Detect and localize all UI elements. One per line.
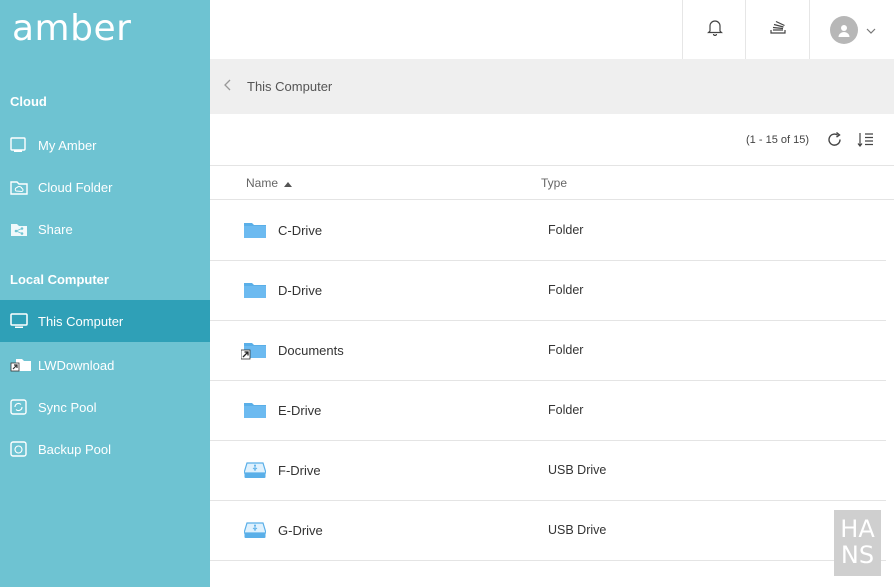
row-type: Folder xyxy=(548,403,584,417)
row-type: USB Drive xyxy=(548,523,607,537)
sidebar-item-label: LWDownload xyxy=(38,357,115,373)
sidebar-item-share[interactable]: Share xyxy=(0,208,210,250)
breadcrumb-current[interactable]: This Computer xyxy=(247,79,332,94)
sidebar-item-label: Sync Pool xyxy=(38,399,97,415)
cloud-folder-icon xyxy=(10,180,38,195)
sidebar: amber Cloud My Amber Cloud Folder Share … xyxy=(0,0,210,587)
table-row[interactable]: D-Drive Folder xyxy=(210,260,886,321)
item-count: (1 - 15 of 15) xyxy=(746,134,809,146)
tasks-button[interactable] xyxy=(745,0,809,59)
usb-drive-icon xyxy=(243,521,267,544)
section-title-local: Local Computer xyxy=(10,272,109,287)
refresh-icon[interactable] xyxy=(826,131,843,153)
back-button[interactable] xyxy=(215,74,241,100)
sidebar-item-cloud-folder[interactable]: Cloud Folder xyxy=(0,166,210,208)
folder-icon xyxy=(244,401,266,424)
folder-icon xyxy=(244,221,266,244)
user-menu-button[interactable] xyxy=(809,0,894,59)
avatar xyxy=(829,15,858,44)
chevron-down-icon xyxy=(866,21,876,39)
sidebar-item-this-computer[interactable]: This Computer xyxy=(0,300,210,342)
my-amber-icon xyxy=(10,137,38,153)
monitor-icon xyxy=(10,313,38,329)
watermark-logo: HA NS xyxy=(834,510,881,576)
breadcrumb: This Computer xyxy=(210,59,894,114)
backup-pool-icon xyxy=(10,441,38,457)
table-row[interactable]: C-Drive Folder xyxy=(210,200,886,261)
list-toolbar: (1 - 15 of 15) xyxy=(210,114,894,166)
sidebar-item-label: This Computer xyxy=(38,313,124,329)
sidebar-item-backup-pool[interactable]: Backup Pool xyxy=(0,428,210,470)
top-bar xyxy=(210,0,894,59)
sidebar-item-label: Cloud Folder xyxy=(38,179,113,195)
row-type: USB Drive xyxy=(548,463,607,477)
sidebar-item-label: Backup Pool xyxy=(38,441,111,457)
sidebar-item-label: Share xyxy=(38,221,73,237)
folder-icon xyxy=(244,281,266,304)
sidebar-item-sync-pool[interactable]: Sync Pool xyxy=(0,386,210,428)
section-title-cloud: Cloud xyxy=(10,94,47,109)
column-header-label: Name xyxy=(246,176,279,190)
sort-options-icon[interactable] xyxy=(857,131,874,153)
row-name: G-Drive xyxy=(278,523,323,538)
chevron-left-icon xyxy=(224,78,232,96)
watermark-line: NS xyxy=(840,541,875,569)
sidebar-item-label: My Amber xyxy=(38,137,97,153)
row-name: E-Drive xyxy=(278,403,322,418)
row-name: F-Drive xyxy=(278,463,321,478)
share-icon xyxy=(10,222,38,237)
watermark-line: HA xyxy=(840,515,875,543)
table-row[interactable]: F-Drive USB Drive xyxy=(210,440,886,501)
row-type: Folder xyxy=(548,343,584,357)
table-row[interactable]: G-Drive USB Drive xyxy=(210,500,886,561)
sidebar-item-my-amber[interactable]: My Amber xyxy=(0,124,210,166)
shortcut-folder-icon xyxy=(240,341,266,366)
row-name: Documents xyxy=(278,343,344,358)
app-logo[interactable]: amber xyxy=(12,8,131,49)
table-row[interactable]: E-Drive Folder xyxy=(210,380,886,441)
row-name: D-Drive xyxy=(278,283,323,298)
column-header-type[interactable]: Type xyxy=(541,176,567,190)
row-name: C-Drive xyxy=(278,223,323,238)
sync-pool-icon xyxy=(10,399,38,415)
stack-icon xyxy=(769,18,787,41)
row-type: Folder xyxy=(548,223,584,237)
table-row[interactable]: Documents Folder xyxy=(210,320,886,381)
bell-icon xyxy=(706,18,723,41)
notifications-button[interactable] xyxy=(682,0,746,59)
column-header-name[interactable]: Name xyxy=(246,176,293,190)
row-type: Folder xyxy=(548,283,584,297)
sort-ascending-icon xyxy=(284,176,293,190)
shortcut-folder-icon xyxy=(10,357,38,373)
usb-drive-icon xyxy=(243,461,267,484)
sidebar-item-lwdownload[interactable]: LWDownload xyxy=(0,344,210,386)
